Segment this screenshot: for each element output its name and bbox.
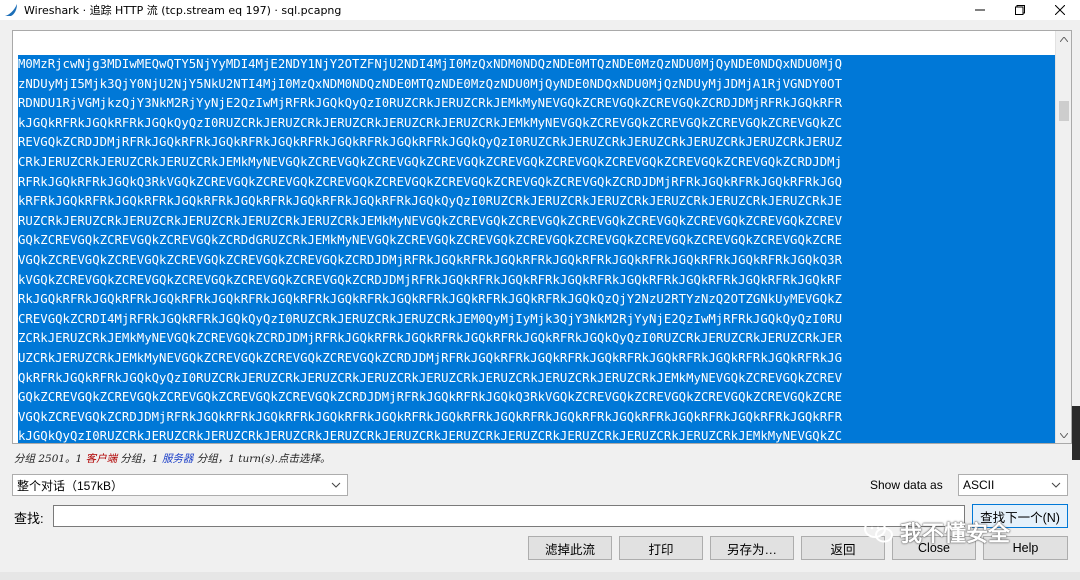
- find-label: 查找:: [14, 511, 44, 526]
- taskbar-edge: [0, 572, 1080, 580]
- wireshark-fin-icon: [5, 4, 17, 16]
- close-window-button[interactable]: [1040, 0, 1080, 20]
- scrollbar-thumb[interactable]: [1059, 101, 1069, 121]
- stream-line[interactable]: kJGQkQyQzI0RUZCRkJERUZCRkJERUZCRkJERUZCR…: [18, 427, 1058, 443]
- stream-line[interactable]: UZCRkJERUZCRkJEMkMyNEVGQkZCREVGQkZCREVGQ…: [18, 348, 1058, 369]
- close-icon: [1055, 5, 1065, 15]
- show-data-select[interactable]: ASCII: [958, 474, 1068, 496]
- side-panel-edge: [1072, 406, 1080, 460]
- maximize-icon: [1015, 5, 1025, 15]
- stream-line[interactable]: RUZCRkJERUZCRkJERUZCRkJERUZCRkJERUZCRkJE…: [18, 211, 1058, 232]
- show-data-select-value: ASCII: [963, 478, 995, 492]
- stream-line[interactable]: REVGQkZCRDJDMjRFRkJGQkRFRkJGQkRFRkJGQkRF…: [18, 133, 1058, 153]
- stream-line[interactable]: ZCRkJERUZCRkJEMkMyNEVGQkZCREVGQkZCRDJDMj…: [18, 329, 1058, 349]
- stream-line[interactable]: GQkZCREVGQkZCREVGQkZCREVGQkZCRDdGRUZCRkJ…: [18, 231, 1058, 251]
- stream-line[interactable]: VGQkZCREVGQkZCREVGQkZCREVGQkZCREVGQkZCRE…: [18, 250, 1058, 271]
- window-controls: [960, 0, 1080, 20]
- minimize-icon: [975, 9, 985, 11]
- stream-line[interactable]: CRkJERUZCRkJERUZCRkJERUZCRkJEMkMyNEVGQkZ…: [18, 152, 1058, 173]
- chevron-down-icon: [1051, 482, 1061, 488]
- save-as-button[interactable]: 另存为…: [710, 536, 794, 560]
- stream-line[interactable]: GQkZCREVGQkZCREVGQkZCREVGQkZCREVGQkZCREV…: [18, 388, 1058, 408]
- minimize-button[interactable]: [960, 0, 1000, 20]
- stream-line[interactable]: RFRkJGQkRFRkJGQkQ3RkVGQkZCREVGQkZCREVGQk…: [18, 172, 1058, 193]
- stream-text[interactable]: M0MzRjcwNjg3MDIwMEQwQTY5NjYyMDI4MjE2NDY1…: [18, 55, 1058, 443]
- filter-out-stream-button[interactable]: 滤掉此流: [528, 536, 612, 560]
- stream-line[interactable]: kVGQkZCREVGQkZCREVGQkZCREVGQkZCREVGQkZCR…: [18, 270, 1058, 291]
- stream-line[interactable]: kJGQkRFRkJGQkRFRkJGQkQyQzI0RUZCRkJERUZCR…: [18, 113, 1058, 134]
- stream-status-line: 分组 2501。1 客户端 分组，1 服务器 分组，1 turn(s).点击选择…: [14, 451, 330, 466]
- status-prefix: 分组 2501。1: [14, 453, 86, 465]
- stream-line[interactable]: RkJGQkRFRkJGQkRFRkJGQkRFRkJGQkRFRkJGQkRF…: [18, 290, 1058, 310]
- window-titlebar: Wireshark · 追踪 HTTP 流 (tcp.stream eq 197…: [0, 0, 1080, 20]
- scroll-up-button[interactable]: [1056, 31, 1071, 47]
- status-suffix: 分组，1 turn(s).点击选择。: [193, 453, 331, 465]
- chevron-up-icon: [1060, 36, 1068, 42]
- print-button[interactable]: 打印: [619, 536, 703, 560]
- stream-content-pane[interactable]: M0MzRjcwNjg3MDIwMEQwQTY5NjYyMDI4MjE2NDY1…: [12, 30, 1072, 444]
- window-title: Wireshark · 追踪 HTTP 流 (tcp.stream eq 197…: [24, 4, 342, 17]
- stream-line[interactable]: QkRFRkJGQkRFRkJGQkQyQzI0RUZCRkJERUZCRkJE…: [18, 368, 1058, 389]
- chevron-down-icon: [331, 482, 341, 488]
- find-input[interactable]: [53, 505, 965, 527]
- vertical-scrollbar[interactable]: [1055, 31, 1071, 443]
- wechat-icon: [864, 520, 893, 543]
- status-client-link[interactable]: 客户端: [86, 453, 118, 465]
- stream-line[interactable]: zNDUyMjI5Mjk3QjY0NjU2NjY5NkU2NTI4MjI0MzQ…: [18, 74, 1058, 95]
- chevron-down-icon: [1060, 432, 1068, 438]
- stream-line[interactable]: M0MzRjcwNjg3MDIwMEQwQTY5NjYyMDI4MjE2NDY1…: [18, 55, 1058, 75]
- scroll-down-button[interactable]: [1056, 427, 1071, 443]
- status-mid: 分组，1: [117, 453, 162, 465]
- maximize-button[interactable]: [1000, 0, 1040, 20]
- stream-line[interactable]: kRFRkJGQkRFRkJGQkRFRkJGQkRFRkJGQkRFRkJGQ…: [18, 192, 1058, 212]
- watermark: 我不懂安全: [864, 516, 1010, 548]
- stream-line[interactable]: CREVGQkZCRDI4MjRFRkJGQkRFRkJGQkQyQzI0RUZ…: [18, 309, 1058, 330]
- conversation-select[interactable]: 整个对话（157kB）: [12, 474, 348, 496]
- watermark-text: 我不懂安全: [900, 521, 1011, 546]
- stream-line[interactable]: RDNDU1RjVGMjkzQjY3NkM2RjYyNjE2QzIwMjRFRk…: [18, 94, 1058, 114]
- stream-line[interactable]: VGQkZCREVGQkZCRDJDMjRFRkJGQkRFRkJGQkRFRk…: [18, 407, 1058, 428]
- show-data-label: Show data as: [870, 478, 943, 492]
- status-server-link[interactable]: 服务器: [162, 453, 194, 465]
- conversation-select-value: 整个对话（157kB）: [17, 478, 124, 493]
